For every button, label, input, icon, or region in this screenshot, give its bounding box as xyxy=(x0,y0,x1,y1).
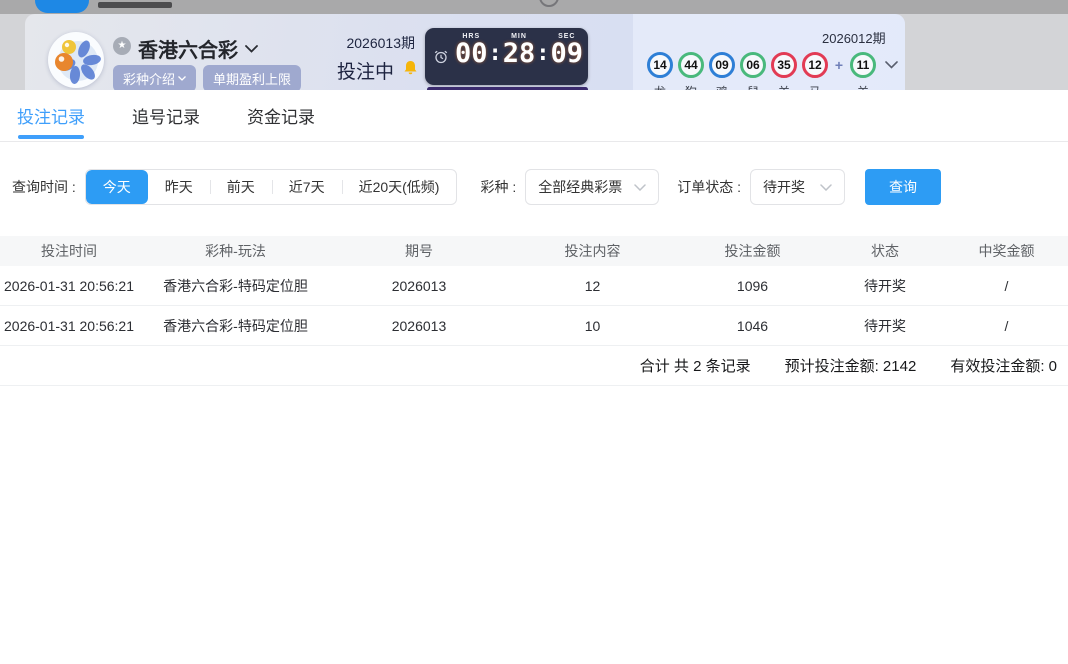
plus-sign: + xyxy=(833,57,845,73)
brand-logo xyxy=(35,0,89,13)
header-status: 状态 xyxy=(825,241,945,261)
top-bar xyxy=(0,0,1068,14)
colon: : xyxy=(488,41,503,68)
header-bet-content: 投注内容 xyxy=(505,241,680,261)
colon: : xyxy=(535,41,550,68)
bell-icon[interactable] xyxy=(403,60,418,81)
cell-status: 待开奖 xyxy=(825,276,945,296)
zodiac-label: 龙 xyxy=(647,83,673,90)
expand-draws-chevron-icon[interactable] xyxy=(885,61,898,69)
seconds-value: 09 xyxy=(551,40,584,68)
cell-bet-amount: 1096 xyxy=(680,278,825,294)
cell-bet-time: 2026-01-31 20:56:21 xyxy=(0,318,138,334)
time-option-yesterday[interactable]: 昨天 xyxy=(148,170,210,204)
table-header: 投注时间 彩种-玩法 期号 投注内容 投注金额 状态 中奖金额 xyxy=(0,236,1068,266)
header-lottery-play: 彩种-玩法 xyxy=(138,241,333,261)
time-option-today[interactable]: 今天 xyxy=(86,170,148,204)
lottery-filter-label: 彩种 : xyxy=(480,177,516,197)
top-partial-icon xyxy=(539,0,559,7)
table-summary: 合计 共 2 条记录 预计投注金额: 2142 有效投注金额: 0 xyxy=(0,346,1068,386)
zodiac-row: 龙 狗 鸡 鼠 羊 马 羊 xyxy=(647,83,876,90)
summary-record-count: 合计 共 2 条记录 xyxy=(640,355,751,376)
query-time-label: 查询时间 : xyxy=(12,177,76,197)
draw-ball: 35 xyxy=(771,52,797,78)
countdown-digits: HRS 00 : MIN 28 : SEC 09 xyxy=(455,33,583,68)
cell-period: 2026013 xyxy=(333,278,505,294)
lottery-intro-label: 彩种介绍 xyxy=(123,69,175,88)
cell-win-amount: / xyxy=(945,278,1068,294)
alarm-clock-icon xyxy=(434,50,448,69)
cell-lottery-play: 香港六合彩-特码定位胆 xyxy=(138,276,333,296)
cell-lottery-play: 香港六合彩-特码定位胆 xyxy=(138,316,333,336)
cell-bet-content: 12 xyxy=(505,278,680,294)
last-draw-balls: 14 44 09 06 35 12 + 11 xyxy=(647,52,898,78)
lottery-banner-card: ★ 香港六合彩 彩种介绍 单期盈利上限 2026013期 投注中 xyxy=(25,14,905,90)
tab-chase-records[interactable]: 追号记录 xyxy=(132,90,200,141)
summary-expected-amount: 预计投注金额: 2142 xyxy=(785,355,917,376)
tab-bet-records[interactable]: 投注记录 xyxy=(17,90,85,141)
cell-bet-amount: 1046 xyxy=(680,318,825,334)
period-progress-bar xyxy=(427,87,588,90)
draw-ball: 06 xyxy=(740,52,766,78)
time-option-20days[interactable]: 近20天(低频) xyxy=(342,170,457,204)
time-option-day-before[interactable]: 前天 xyxy=(210,170,272,204)
table-row: 2026-01-31 20:56:21 香港六合彩-特码定位胆 2026013 … xyxy=(0,266,1068,306)
countdown-timer: HRS 00 : MIN 28 : SEC 09 xyxy=(425,28,588,85)
lottery-banner: ★ 香港六合彩 彩种介绍 单期盈利上限 2026013期 投注中 xyxy=(0,14,1068,90)
last-draw-period: 2026012期 xyxy=(822,28,886,47)
time-range-group: 今天 昨天 前天 近7天 近20天(低频) xyxy=(85,169,458,205)
minutes-value: 28 xyxy=(503,40,536,68)
draw-ball: 09 xyxy=(709,52,735,78)
order-status-label: 订单状态 : xyxy=(677,177,741,197)
time-option-7days[interactable]: 近7天 xyxy=(272,170,342,204)
filter-bar: 查询时间 : 今天 昨天 前天 近7天 近20天(低频) 彩种 : 全部经典彩票… xyxy=(0,142,1068,205)
lottery-select-value: 全部经典彩票 xyxy=(538,177,622,197)
betting-status: 投注中 xyxy=(337,57,394,84)
record-tabs: 投注记录 追号记录 资金记录 xyxy=(0,90,1068,142)
favorite-star-icon[interactable]: ★ xyxy=(113,37,131,55)
cell-period: 2026013 xyxy=(333,318,505,334)
records-panel: 投注记录 追号记录 资金记录 查询时间 : 今天 昨天 前天 近7天 近20天(… xyxy=(0,90,1068,386)
table-row: 2026-01-31 20:56:21 香港六合彩-特码定位胆 2026013 … xyxy=(0,306,1068,346)
zodiac-label: 鸡 xyxy=(709,83,735,90)
draw-ball-special: 11 xyxy=(850,52,876,78)
bet-records-table: 投注时间 彩种-玩法 期号 投注内容 投注金额 状态 中奖金额 2026-01-… xyxy=(0,236,1068,386)
banner-actions: 彩种介绍 单期盈利上限 xyxy=(113,65,301,90)
lottery-title-label: 香港六合彩 xyxy=(138,34,238,63)
summary-valid-amount: 有效投注金额: 0 xyxy=(950,355,1057,376)
cell-bet-time: 2026-01-31 20:56:21 xyxy=(0,278,138,294)
order-status-value: 待开奖 xyxy=(763,177,805,197)
search-button[interactable]: 查询 xyxy=(865,169,941,205)
chevron-down-icon xyxy=(245,45,258,53)
draw-ball: 12 xyxy=(802,52,828,78)
header-bet-amount: 投注金额 xyxy=(680,241,825,261)
cell-win-amount: / xyxy=(945,318,1068,334)
current-period: 2026013期 xyxy=(275,33,415,53)
lottery-intro-button[interactable]: 彩种介绍 xyxy=(113,65,196,90)
zodiac-label: 羊 xyxy=(771,83,797,90)
header-period: 期号 xyxy=(333,241,505,261)
tab-fund-records[interactable]: 资金记录 xyxy=(247,90,315,141)
zodiac-label: 鼠 xyxy=(740,83,766,90)
lottery-title[interactable]: 香港六合彩 xyxy=(138,34,258,63)
order-status-select[interactable]: 待开奖 xyxy=(750,169,845,205)
draw-ball: 14 xyxy=(647,52,673,78)
hours-value: 00 xyxy=(455,40,488,68)
cell-bet-content: 10 xyxy=(505,318,680,334)
lottery-select[interactable]: 全部经典彩票 xyxy=(525,169,659,205)
lottery-logo xyxy=(48,32,104,88)
zodiac-label: 马 xyxy=(802,83,828,90)
draw-ball: 44 xyxy=(678,52,704,78)
brand-wordmark xyxy=(98,2,172,8)
cell-status: 待开奖 xyxy=(825,316,945,336)
header-bet-time: 投注时间 xyxy=(0,241,138,261)
betting-status-row: 投注中 xyxy=(280,57,418,84)
header-win-amount: 中奖金额 xyxy=(945,241,1068,261)
zodiac-label: 狗 xyxy=(678,83,704,90)
zodiac-label: 羊 xyxy=(850,83,876,90)
